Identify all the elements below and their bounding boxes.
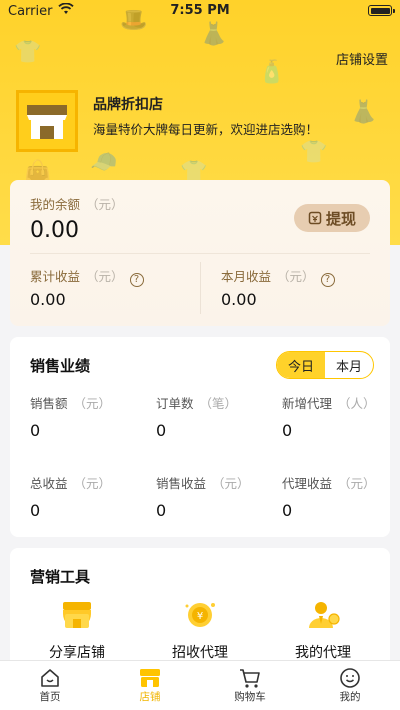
profile-icon xyxy=(340,668,360,688)
stat-unit: （元） xyxy=(73,396,112,411)
wallet-icon xyxy=(308,211,322,225)
deco-dress-icon: 👗 xyxy=(350,100,378,125)
tab-label: 购物车 xyxy=(234,691,266,703)
toggle-today[interactable]: 今日 xyxy=(277,352,325,378)
cumulative-unit: （元） xyxy=(86,269,124,284)
deco-shirt-icon: 👕 xyxy=(14,40,42,65)
monthly-help-icon[interactable]: ? xyxy=(320,273,335,287)
toggle-month[interactable]: 本月 xyxy=(325,352,373,378)
status-time: 7:55 PM xyxy=(170,3,230,18)
tab-cart[interactable]: 购物车 xyxy=(200,661,300,710)
stat-unit: （元） xyxy=(212,476,250,491)
battery-icon xyxy=(368,5,395,16)
tab-home[interactable]: 首页 xyxy=(0,661,100,710)
cumulative-help-icon[interactable]: ? xyxy=(129,273,144,287)
stat-value: 0 xyxy=(30,501,41,520)
stat-value: 0 xyxy=(30,421,41,440)
status-bar: Carrier 7:55 PM xyxy=(0,0,400,22)
stat-label: 代理收益 xyxy=(282,476,333,491)
balance-label-row: 我的余额 （元） xyxy=(30,194,124,213)
monthly-label: 本月收益 xyxy=(221,269,272,284)
shop-name: 品牌折扣店 xyxy=(93,97,163,113)
monthly-unit: （元） xyxy=(277,269,315,284)
marketing-tools-card: 营销工具 分享店铺 ¥ 招收代理 我的代理 xyxy=(10,548,390,678)
deco-bottle-icon: 🧴 xyxy=(258,60,286,85)
tab-store[interactable]: 店铺 xyxy=(100,661,200,710)
stat-unit: （元） xyxy=(338,476,376,491)
stat-unit: （人） xyxy=(338,396,376,411)
deco-dress-icon: 👗 xyxy=(200,22,228,47)
stat-unit: （元） xyxy=(73,476,112,491)
stat-value: 0 xyxy=(156,501,167,520)
stat-label: 总收益 xyxy=(30,476,68,491)
stat-value: 0 xyxy=(156,421,167,440)
balance-card: 我的余额 （元） 0.00 提现 累计收益 （元）? 0.00 本月收益 （元）? 0… xyxy=(10,180,390,326)
store-front-icon xyxy=(27,105,67,139)
monthly-label-row: 本月收益 （元）? xyxy=(221,266,335,287)
tool-label: 分享店铺 xyxy=(49,645,105,661)
stat-label: 订单数 xyxy=(156,396,194,411)
stat-sales-income: 销售收益 （元） 0 xyxy=(156,473,276,520)
tab-label: 首页 xyxy=(39,691,61,703)
stat-total-income: 总收益 （元） 0 xyxy=(30,473,150,520)
cumulative-label: 累计收益 xyxy=(30,269,81,284)
stat-label: 销售收益 xyxy=(156,476,207,491)
balance-label: 我的余额 xyxy=(30,197,81,212)
cumulative-label-row: 累计收益 （元）? xyxy=(30,266,144,287)
stat-new-agents: 新增代理 （人） 0 xyxy=(282,393,400,440)
share-shop-icon xyxy=(63,602,91,628)
shop-logo xyxy=(16,90,78,152)
tab-profile[interactable]: 我的 xyxy=(300,661,400,710)
stat-agent-income: 代理收益 （元） 0 xyxy=(282,473,400,520)
stat-orders: 订单数 （笔） 0 xyxy=(156,393,276,440)
performance-title: 销售业绩 xyxy=(30,357,91,375)
withdraw-label: 提现 xyxy=(325,209,356,228)
stat-unit: （笔） xyxy=(199,396,238,411)
home-icon xyxy=(41,669,59,687)
bottom-tab-bar: 首页 店铺 购物车 我的 xyxy=(0,660,400,710)
cart-icon xyxy=(240,669,260,688)
stat-sales: 销售额 （元） 0 xyxy=(30,393,150,440)
tool-recruit-agent[interactable]: ¥ 招收代理 xyxy=(145,598,255,662)
store-icon xyxy=(140,669,160,687)
balance-value: 0.00 xyxy=(30,218,79,243)
stat-label: 销售额 xyxy=(30,396,68,411)
tool-share-shop[interactable]: 分享店铺 xyxy=(22,598,132,662)
deco-shirt-icon: 👕 xyxy=(300,140,328,165)
my-agent-icon xyxy=(309,602,340,628)
stat-label: 新增代理 xyxy=(282,396,333,411)
withdraw-button[interactable]: 提现 xyxy=(294,204,370,232)
tool-label: 我的代理 xyxy=(295,645,351,661)
balance-divider-vertical xyxy=(200,262,201,314)
tab-label: 店铺 xyxy=(139,691,161,703)
tools-title: 营销工具 xyxy=(30,568,91,586)
monthly-value: 0.00 xyxy=(221,290,257,309)
svg-text:¥: ¥ xyxy=(197,611,203,622)
recruit-agent-icon: ¥ xyxy=(185,603,215,627)
deco-hat-icon: 🧢 xyxy=(90,150,118,175)
balance-unit: （元） xyxy=(86,197,124,212)
cumulative-value: 0.00 xyxy=(30,290,66,309)
sales-performance-card: 销售业绩 今日 本月 销售额 （元） 0 订单数 （笔） 0 新增代理 （人） 0 总… xyxy=(10,337,390,537)
tool-label: 招收代理 xyxy=(172,645,228,661)
balance-divider xyxy=(30,253,370,254)
stat-value: 0 xyxy=(282,501,293,520)
period-toggle: 今日 本月 xyxy=(276,351,374,379)
tool-my-agent[interactable]: 我的代理 xyxy=(268,598,378,662)
shop-settings-button[interactable]: 店铺设置 xyxy=(336,49,388,68)
shop-description: 海量特价大牌每日更新，欢迎进店选购！ xyxy=(93,122,319,137)
tab-label: 我的 xyxy=(339,691,361,703)
stat-value: 0 xyxy=(282,421,293,440)
